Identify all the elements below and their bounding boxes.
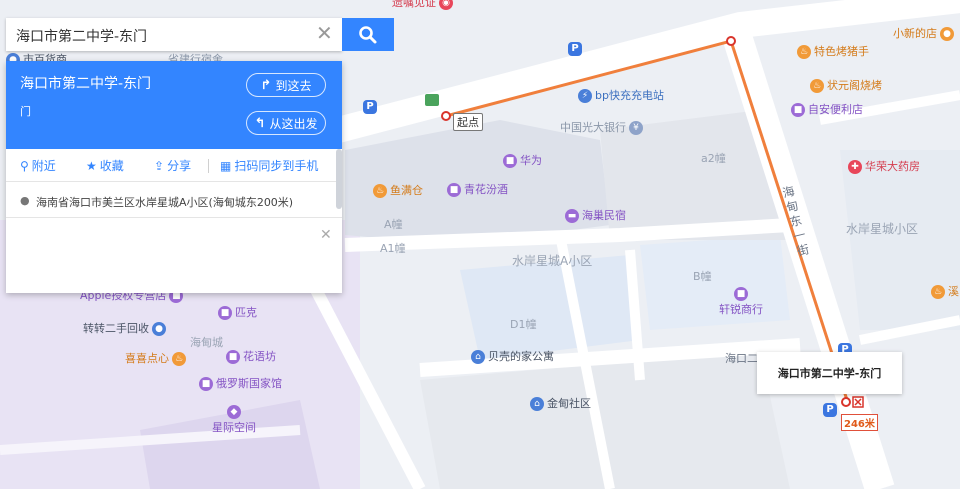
shop-icon: ■	[791, 103, 805, 117]
restaurant-icon: ♨	[373, 184, 387, 198]
star-icon: ★	[86, 158, 97, 173]
area-shuianxingcheng: 水岸星城小区	[846, 222, 919, 236]
address-row: ● 海南省海口市美兰区水岸星城A小区(海甸城东200米)	[6, 181, 342, 218]
place-subtitle: 门	[20, 105, 31, 118]
search-input[interactable]: 海口市第二中学-东门	[16, 26, 147, 46]
restaurant-icon: ♨	[931, 285, 945, 299]
building-b: B幢	[693, 270, 712, 283]
area-haidiancheng: 海甸城	[190, 336, 223, 349]
shop-icon: ■	[447, 183, 461, 197]
tab-divider	[208, 159, 209, 173]
poi-bbq[interactable]: ♨ 状元阁烧烤	[810, 79, 882, 93]
poi-convenience-store[interactable]: ■ 自安便利店	[791, 103, 863, 117]
poi-peak[interactable]: ■ 匹克	[218, 306, 257, 320]
shop-icon: ■	[218, 306, 232, 320]
poi-huawei[interactable]: ■ 华为	[503, 154, 542, 168]
close-icon[interactable]: ✕	[320, 227, 332, 243]
poi-russia-pavilion[interactable]: ■ 俄罗斯国家馆	[199, 377, 282, 391]
game-icon: ◆	[227, 405, 241, 419]
poi-bp-charging[interactable]: ⚡ bp快充充电站	[578, 89, 664, 103]
tab-favorite[interactable]: ★ 收藏	[86, 157, 124, 174]
shop-icon: ●	[940, 27, 954, 41]
building-a1: A1幢	[380, 242, 406, 255]
poi-beike-apartment[interactable]: ⌂ 贝壳的家公寓	[471, 350, 554, 364]
restaurant-icon: ♨	[797, 45, 811, 59]
hotel-icon: ▬	[565, 209, 579, 223]
building-a2: a2幢	[701, 152, 726, 165]
shop-icon: ■	[734, 287, 748, 301]
bank-icon: ¥	[629, 121, 643, 135]
tab-qrcode[interactable]: ▦ 扫码同步到手机	[220, 157, 318, 174]
poi-zhuanzhuan[interactable]: 转转二手回收 ●	[83, 322, 169, 336]
poi-star-space[interactable]: ◆ 星际空间	[212, 405, 256, 435]
from-here-button[interactable]: ↰ 从这出发	[246, 111, 326, 135]
tab-share[interactable]: ⇪ 分享	[154, 157, 191, 174]
pin-icon: ◉	[439, 0, 453, 10]
destination-label[interactable]: 海口市第二中学-东门	[757, 352, 902, 394]
poi-haichao-hostel[interactable]: ▬ 海巢民宿	[565, 209, 626, 223]
building-d1: D1幢	[510, 318, 537, 331]
place-info-panel: 海口市第二中学-东门 门 ↱ 到这去 ↰ 从这出发 ⚲ 附近 ★ 收藏 ⇪ 分享 ▦ 扫码同…	[6, 61, 342, 293]
recycle-icon: ●	[152, 322, 166, 336]
poi-xi[interactable]: ♨ 溪	[931, 285, 959, 299]
road-haikou: 海口二	[725, 352, 758, 365]
qrcode-icon: ▦	[220, 158, 232, 173]
building-a: A幢	[384, 218, 403, 231]
poi-pharmacy[interactable]: ✚ 华荣大药房	[848, 160, 920, 174]
poi-pig-trotter[interactable]: ♨ 特色烤猪手	[797, 45, 869, 59]
search-icon	[359, 25, 377, 43]
distance-label: 246米	[841, 414, 878, 431]
go-here-button[interactable]: ↱ 到这去	[246, 73, 326, 97]
poi-ceb-bank[interactable]: 中国光大银行 ¥	[560, 121, 646, 135]
poi-xuanrui[interactable]: ■ 轩锐商行	[719, 287, 763, 317]
address-text: 海南省海口市美兰区水岸星城A小区(海甸城东200米)	[36, 196, 294, 209]
pharmacy-icon: ✚	[848, 160, 862, 174]
route-start-label: 起点	[453, 113, 483, 131]
place-title: 海口市第二中学-东门	[20, 76, 152, 92]
panel-tabs: ⚲ 附近 ★ 收藏 ⇪ 分享 ▦ 扫码同步到手机	[6, 149, 342, 182]
area-shuianxingcheng-a: 水岸星城A小区	[512, 254, 593, 268]
tab-nearby[interactable]: ⚲ 附近	[20, 157, 56, 174]
search-button[interactable]	[342, 18, 394, 51]
shop-icon: ■	[226, 350, 240, 364]
poi-yumancang[interactable]: ♨ 鱼满仓	[373, 184, 423, 198]
shop-icon: ■	[199, 377, 213, 391]
location-pin-icon: ●	[20, 194, 30, 207]
restaurant-icon: ♨	[172, 352, 186, 366]
poi-xixi-snack[interactable]: 喜喜点心 ♨	[125, 352, 189, 366]
poi-will-witness[interactable]: 遗嘱见证 ◉	[392, 0, 456, 10]
poi-flower-shop[interactable]: ■ 花语坊	[226, 350, 276, 364]
parking-icon[interactable]: P	[823, 403, 840, 417]
close-icon[interactable]: ✕	[316, 21, 333, 45]
parking-icon[interactable]: P	[363, 100, 380, 114]
apartment-icon: ⌂	[471, 350, 485, 364]
poi-xiaoxin-shop[interactable]: 小新的店 ●	[893, 27, 957, 41]
poi-jindian-community[interactable]: ⌂ 金甸社区	[530, 397, 591, 411]
community-icon: ⌂	[530, 397, 544, 411]
search-box[interactable]: 海口市第二中学-东门 ✕	[6, 18, 342, 51]
route-icon: ↱	[260, 77, 272, 93]
shop-icon: ■	[503, 154, 517, 168]
panel-header: 海口市第二中学-东门 门 ↱ 到这去 ↰ 从这出发	[6, 61, 342, 149]
restaurant-icon: ♨	[810, 79, 824, 93]
poi-fenjiu[interactable]: ■ 青花汾酒	[447, 183, 508, 197]
share-icon: ⇪	[154, 158, 165, 173]
charging-icon: ⚡	[578, 89, 592, 103]
location-icon: ⚲	[20, 158, 29, 173]
parking-icon[interactable]: P	[568, 42, 585, 56]
route-icon: ↰	[254, 115, 266, 131]
